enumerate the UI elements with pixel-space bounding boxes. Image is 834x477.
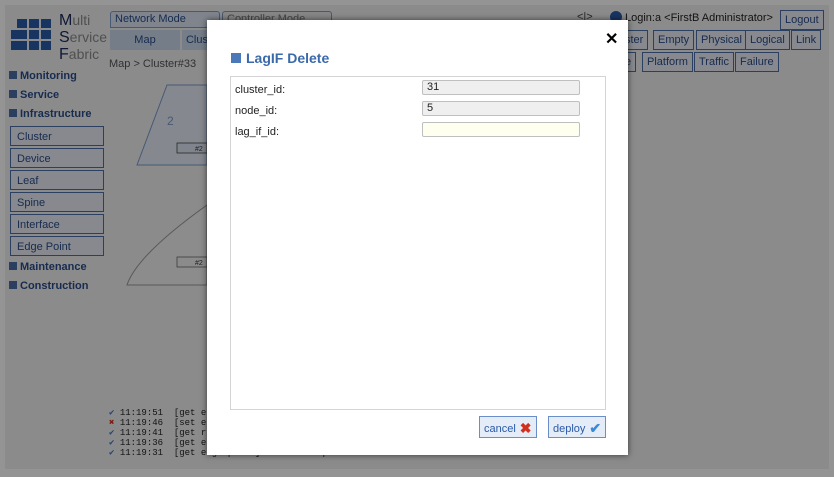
dialog-title: LagIF Delete (231, 50, 329, 66)
deploy-button[interactable]: deploy ✔ (548, 416, 607, 438)
title-square-icon (231, 53, 241, 63)
field-row-node-id: node_id: 5 (235, 101, 601, 117)
cluster-id-label: cluster_id: (235, 84, 286, 96)
cancel-x-icon: ✖ (519, 420, 532, 436)
field-row-cluster-id: cluster_id: 31 (235, 80, 601, 96)
node-id-field: 5 (422, 101, 580, 116)
cancel-button[interactable]: cancel ✖ (479, 416, 537, 438)
cluster-id-field: 31 (422, 80, 580, 95)
lag-if-id-input[interactable] (422, 122, 580, 137)
node-id-label: node_id: (235, 105, 278, 117)
field-row-lag-if-id: lag_if_id: (235, 122, 601, 138)
close-icon[interactable]: ✕ (605, 29, 618, 49)
lagif-delete-dialog: ✕ LagIF Delete cluster_id: 31 node_id: 5… (207, 20, 628, 455)
deploy-check-icon: ✔ (589, 420, 602, 436)
form-panel: cluster_id: 31 node_id: 5 lag_if_id: (230, 76, 606, 410)
lag-if-id-label: lag_if_id: (235, 126, 280, 138)
